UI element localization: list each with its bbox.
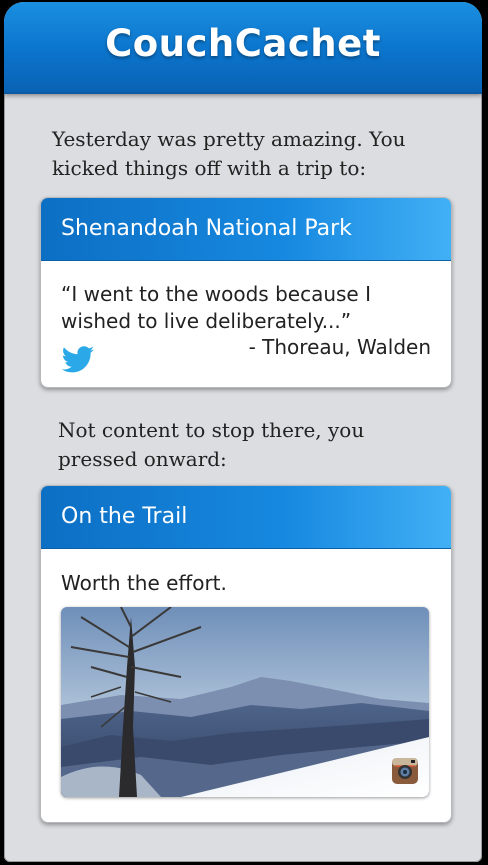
intro-line: Not content to stop there, you	[58, 418, 365, 442]
instagram-icon[interactable]	[391, 757, 419, 785]
device-frame: CouchCachet Yesterday was pretty amazing…	[0, 0, 488, 865]
quote-line: “I went to the woods because I	[61, 282, 371, 306]
quote-card[interactable]: Shenandoah National Park “I went to the …	[40, 197, 452, 388]
app-screen: CouchCachet Yesterday was pretty amazing…	[4, 2, 482, 862]
intro-text-1: Yesterday was pretty amazing. You kicked…	[52, 125, 442, 183]
intro-text-2: Not content to stop there, you pressed o…	[58, 416, 448, 474]
photo-card[interactable]: On the Trail Worth the effort.	[40, 485, 452, 823]
intro-line: Yesterday was pretty amazing. You	[52, 127, 406, 151]
app-title: CouchCachet	[105, 22, 381, 65]
mountain-photo[interactable]	[61, 607, 429, 797]
card-title[interactable]: On the Trail	[41, 486, 451, 549]
intro-line: pressed onward:	[58, 447, 227, 471]
app-header: CouchCachet	[4, 2, 482, 94]
quote-text: “I went to the woods because I wished to…	[61, 281, 441, 335]
card-title[interactable]: Shenandoah National Park	[41, 198, 451, 261]
landscape-image	[61, 607, 429, 797]
twitter-icon[interactable]	[61, 345, 95, 375]
photo-caption: Worth the effort.	[61, 571, 227, 595]
intro-line: kicked things off with a trip to:	[52, 156, 367, 180]
quote-attribution: - Thoreau, Walden	[248, 335, 431, 359]
quote-line: wished to live deliberately...”	[61, 309, 352, 333]
